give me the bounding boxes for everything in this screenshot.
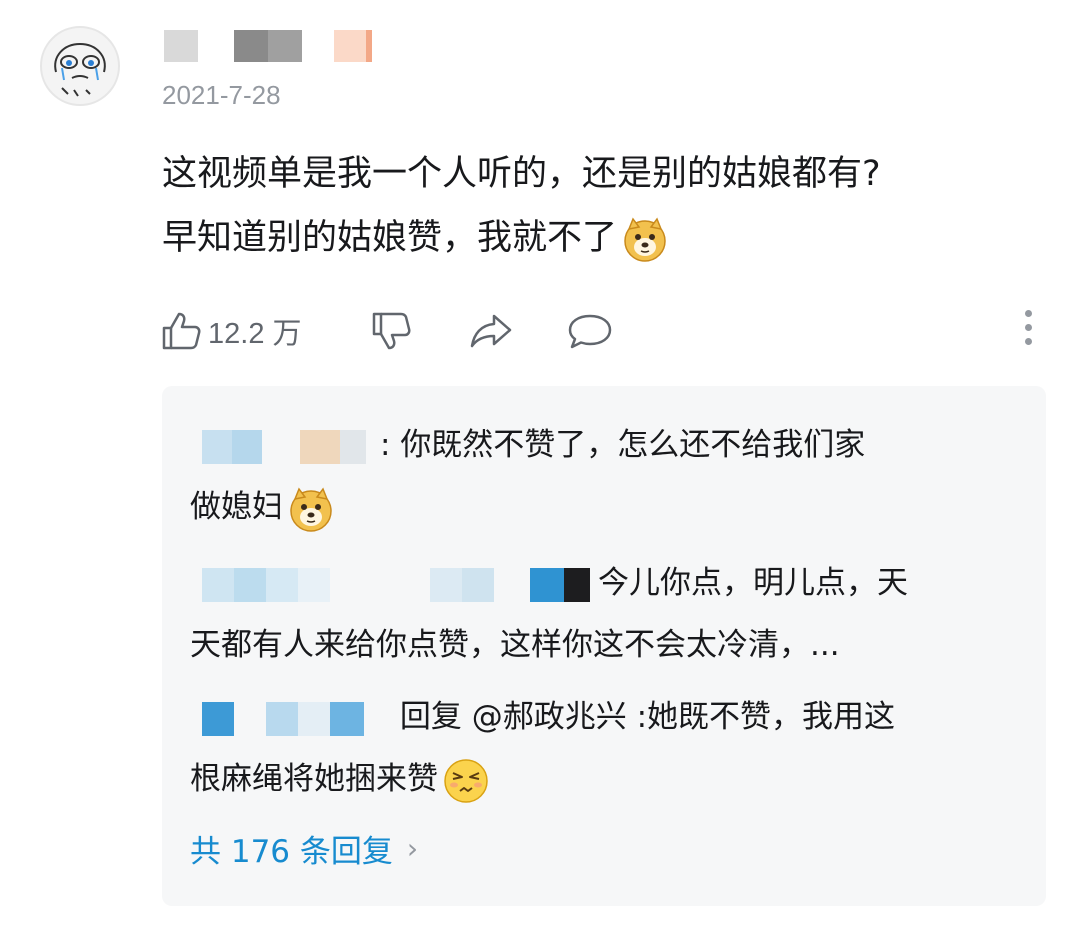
avatar-face-icon [54, 42, 106, 97]
comment-line: 这视频单是我一个人听的，还是别的姑娘都有? [162, 154, 881, 194]
reply-text: 根麻绳将她捆来赞 [190, 761, 438, 797]
comment-icon [568, 314, 612, 349]
avatar[interactable] [40, 26, 120, 106]
username-mosaic[interactable] [164, 30, 372, 62]
replies-panel: : 你既然不赞了，怎么还不给我们家 做媳妇 今儿你点，明儿点，天 天都有人来给你… [162, 386, 1046, 906]
reply-item[interactable]: 回复 @郝政兆兴 :她既不赞，我用这 根麻绳将她捆来赞 [190, 686, 1010, 810]
reply-button[interactable] [566, 306, 614, 356]
reply-line: : 你既然不赞了，怎么还不给我们家 [190, 414, 1010, 476]
reply-author-mosaic[interactable] [190, 429, 380, 464]
like-button[interactable]: 12.2 万 [160, 306, 302, 356]
reply-line: 做媳妇 [190, 476, 1010, 538]
dislike-button[interactable] [370, 306, 412, 356]
reply-line: 回复 @郝政兆兴 :她既不赞，我用这 [190, 686, 1010, 748]
reply-item[interactable]: : 你既然不赞了，怎么还不给我们家 做媳妇 [190, 414, 1010, 538]
thumbs-up-icon [162, 312, 201, 350]
comment-line-text: 早知道别的姑娘赞，我就不了 [162, 218, 618, 258]
share-button[interactable] [468, 306, 514, 356]
chevron-right-icon: › [406, 832, 419, 865]
reply-separator: : [380, 427, 391, 463]
reply-author-mosaic[interactable] [190, 701, 390, 736]
annoyed-emoji-icon [444, 758, 488, 803]
reply-text: 你既然不赞了，怎么还不给我们家 [400, 427, 866, 463]
reply-item[interactable]: 今儿你点，明儿点，天 天都有人来给你点赞，这样你这不会太冷清，... [190, 552, 1010, 676]
reply-author-mosaic[interactable] [190, 567, 598, 602]
reply-text: 天都有人来给你点赞，这样你这不会太冷清，... [190, 627, 840, 663]
view-all-replies-link[interactable]: 共 176 条回复 › [190, 826, 418, 871]
reply-text: 她既不赞，我用这 [647, 699, 896, 735]
share-icon [470, 314, 512, 348]
reply-to-mention[interactable]: 回复 @郝政兆兴 : [400, 699, 647, 735]
reply-text: 做媳妇 [190, 489, 283, 525]
total-replies-text: 共 176 条回复 [190, 834, 393, 870]
doge-emoji-icon [624, 217, 666, 262]
like-count: 12.2 万 [208, 318, 302, 350]
reply-line: 根麻绳将她捆来赞 [190, 748, 1010, 810]
comment-timestamp: 2021-7-28 [162, 80, 281, 110]
doge-emoji-icon [290, 486, 332, 532]
reply-text: 今儿你点，明儿点，天 [598, 565, 908, 601]
comment-line-2: 早知道别的姑娘赞，我就不了 [162, 206, 1042, 270]
comment-text: 这视频单是我一个人听的，还是别的姑娘都有? 早知道别的姑娘赞，我就不了 [162, 142, 1042, 270]
thumbs-down-icon [372, 312, 411, 350]
reply-line: 今儿你点，明儿点，天 [190, 552, 1010, 614]
comment-action-bar: 12.2 万 [160, 306, 1040, 356]
more-vertical-icon[interactable] [1022, 310, 1034, 352]
